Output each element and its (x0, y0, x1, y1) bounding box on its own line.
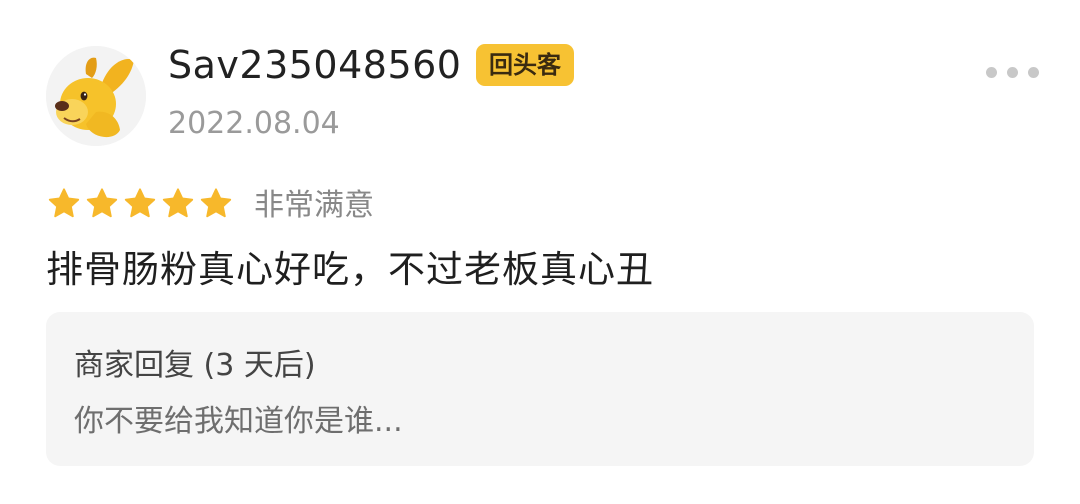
rating-label: 非常满意 (254, 188, 374, 223)
star-icon (160, 186, 196, 222)
star-icon (46, 186, 82, 222)
star-icon (84, 186, 120, 222)
star-rating (46, 186, 234, 222)
user-avatar[interactable] (46, 46, 146, 146)
yellow-dog-avatar-icon (46, 46, 146, 146)
merchant-reply-title: 商家回复 (3 天后) (74, 348, 316, 383)
username[interactable]: Sav235048560 (168, 42, 462, 88)
more-dot (1007, 66, 1018, 78)
merchant-reply-text: 你不要给我知道你是谁... (74, 404, 403, 439)
more-dot (986, 66, 997, 78)
star-icon (198, 186, 234, 222)
review-date: 2022.08.04 (168, 106, 340, 141)
merchant-reply-box: 商家回复 (3 天后) 你不要给我知道你是谁... (46, 312, 1034, 466)
more-dot (1028, 66, 1039, 78)
star-icon (122, 186, 158, 222)
review-text: 排骨肠粉真心好吃，不过老板真心丑 (46, 248, 654, 291)
returning-customer-badge: 回头客 (476, 44, 574, 86)
more-dots-icon[interactable] (986, 60, 1050, 84)
